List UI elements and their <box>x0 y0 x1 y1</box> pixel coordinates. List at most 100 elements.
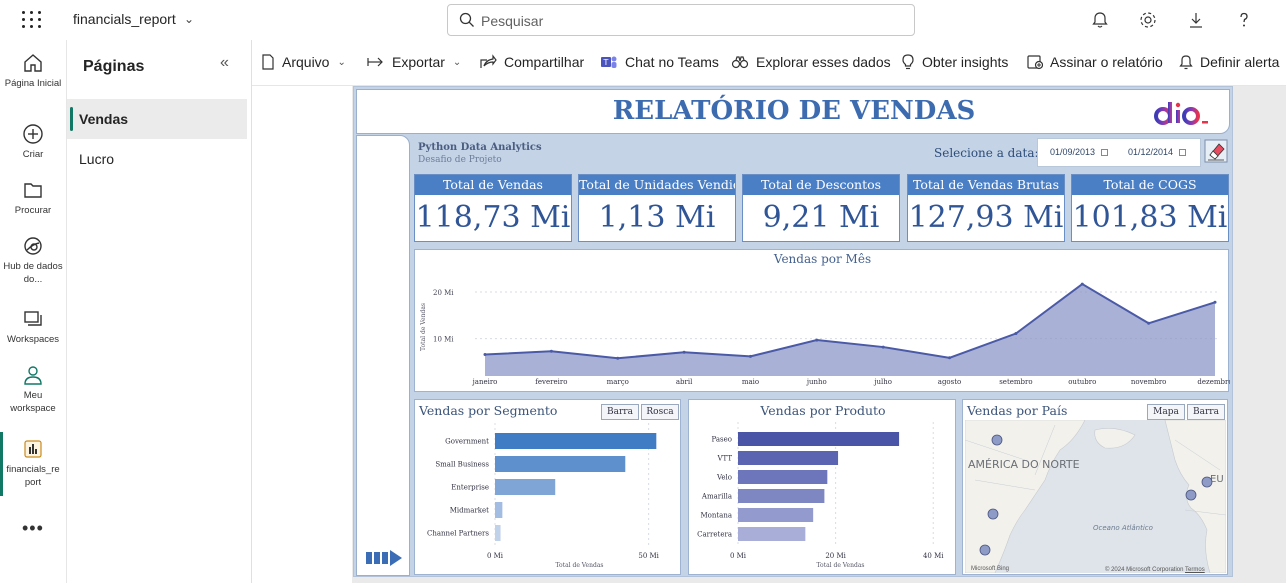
kpi-value: 127,93 Mi <box>908 200 1064 235</box>
report-subtitle-2: Desafio de Projeto <box>418 155 502 165</box>
chevron-down-icon[interactable]: ⌄ <box>184 12 194 26</box>
date-filter-label: Selecione a data: <box>934 146 1039 160</box>
kpi-label: Total de Unidades Vendidas <box>579 175 735 195</box>
kpi-label: Total de Vendas Brutas <box>908 175 1064 195</box>
page-tab-vendas[interactable]: Vendas <box>67 99 247 139</box>
teams-chat-button[interactable]: T Chat no Teams <box>600 54 719 70</box>
set-alert-button[interactable]: Definir alerta <box>1179 54 1279 70</box>
data-point <box>748 354 752 358</box>
terms-link[interactable]: Termos <box>1185 567 1205 573</box>
donut-toggle-button[interactable]: Rosca <box>641 404 679 420</box>
search-box[interactable] <box>447 4 915 36</box>
share-icon <box>480 54 497 68</box>
sales-by-product-chart: 0 Mi 20 Mi 40 Mi Paseo VTT Velo Amarilla Montan… <box>697 422 944 569</box>
kpi-value: 1,13 Mi <box>598 200 716 235</box>
map-bubble[interactable] <box>979 544 991 556</box>
rail-my-workspace[interactable]: Meu workspace <box>0 364 66 415</box>
x-axis-label: Total de Vendas <box>556 562 604 569</box>
eraser-icon[interactable] <box>1204 139 1228 163</box>
kpi-value: 118,73 Mi <box>415 200 571 235</box>
report-page: RELATÓRIO DE VENDAS Python Data Analytic… <box>353 86 1233 577</box>
collapse-pane-icon[interactable]: « <box>220 54 229 72</box>
rail-home[interactable]: Página Inicial <box>0 52 66 90</box>
map-label-ocean: Oceano Atlântico <box>1093 524 1153 532</box>
date-end-field[interactable]: 01/12/2014 <box>1128 147 1187 161</box>
bar <box>495 525 501 541</box>
subscribe-icon <box>1027 55 1043 70</box>
x-tick-label: 0 Mi <box>487 552 504 560</box>
teams-chat-label: Chat no Teams <box>625 54 719 70</box>
data-point <box>682 350 686 354</box>
x-tick-label: setembro <box>999 378 1032 386</box>
x-tick-label: 40 Mi <box>923 552 944 560</box>
date-start-field[interactable]: 01/09/2013 <box>1050 147 1109 161</box>
category-label: Amarilla <box>701 493 732 501</box>
rail-workspaces[interactable]: Workspaces <box>0 308 66 346</box>
x-tick-label: 20 Mi <box>825 552 846 560</box>
canvas-margin <box>252 86 352 583</box>
kpi-label: Total de Descontos <box>743 175 899 195</box>
map-bubble[interactable] <box>1201 476 1213 488</box>
date-end-value: 01/12/2014 <box>1128 147 1174 157</box>
rail-browse[interactable]: Procurar <box>0 179 66 217</box>
category-label: Government <box>445 438 489 446</box>
sales-by-segment-chart: 0 Mi 50 Mi Government Small Business Enterpr… <box>427 423 660 569</box>
map-label-na: AMÉRICA DO NORTE <box>968 458 1080 471</box>
rail-financials-report[interactable]: financials_re port <box>0 438 66 489</box>
plus-circle-icon <box>23 124 43 144</box>
next-page-arrow-icon[interactable] <box>366 549 406 567</box>
file-menu-button[interactable]: Arquivo ⌄ <box>261 54 346 70</box>
report-title-menu[interactable]: financials_report <box>73 11 176 27</box>
kpi-card-total-vendas: Total de Vendas 118,73 Mi <box>414 174 572 242</box>
search-input[interactable] <box>481 11 881 31</box>
more-icon[interactable]: ••• <box>22 518 44 539</box>
sales-by-segment-card: 0 Mi 50 Mi Government Small Business Enterpr… <box>414 399 681 575</box>
x-tick-label: julho <box>873 378 892 386</box>
bell-icon[interactable] <box>1090 10 1110 30</box>
top-bar: financials_report ⌄ <box>0 0 1286 40</box>
subscribe-report-button[interactable]: Assinar o relatório <box>1027 54 1163 70</box>
data-point <box>616 356 620 360</box>
file-icon <box>262 54 274 70</box>
country-map[interactable]: AMÉRICA DO NORTE EU Oceano Atlântico Mic… <box>965 420 1226 573</box>
rail-label: Workspaces <box>6 334 60 345</box>
x-tick-label: março <box>607 378 629 386</box>
gear-icon[interactable] <box>1138 10 1158 30</box>
bar <box>738 451 839 465</box>
date-start-value: 01/09/2013 <box>1050 147 1096 157</box>
data-point <box>815 338 819 342</box>
x-tick-label: 0 Mi <box>730 552 747 560</box>
category-label: Velo <box>716 474 732 482</box>
kpi-card-descontos: Total de Descontos 9,21 Mi <box>742 174 900 242</box>
app-launcher-icon[interactable] <box>22 11 42 29</box>
explore-data-button[interactable]: Explorar esses dados <box>731 54 891 70</box>
x-tick-label: outubro <box>1068 378 1096 386</box>
folder-icon <box>24 183 42 198</box>
download-icon[interactable] <box>1186 10 1206 30</box>
sales-by-month-chart: 10 Mi 20 Mi janeiro fevereiro março abril maio… <box>420 282 1230 386</box>
bar-toggle-button[interactable]: Barra <box>1187 404 1225 420</box>
share-label: Compartilhar <box>504 54 585 70</box>
map-toggle-button[interactable]: Mapa <box>1147 404 1185 420</box>
chevron-down-icon: ⌄ <box>337 56 346 68</box>
get-insights-button[interactable]: Obter insights <box>901 54 1008 70</box>
data-point <box>1080 282 1084 286</box>
search-icon <box>459 12 474 27</box>
category-label: Paseo <box>711 436 732 444</box>
bar <box>738 527 806 541</box>
map-bubble[interactable] <box>987 508 999 520</box>
x-tick-label: fevereiro <box>535 378 567 386</box>
rail-label: Hub de dados do... <box>3 261 63 285</box>
bar-toggle-button[interactable]: Barra <box>601 404 639 420</box>
map-bubble[interactable] <box>991 434 1003 446</box>
rail-data-hub[interactable]: Hub de dados do... <box>0 235 66 286</box>
share-button[interactable]: Compartilhar <box>479 54 584 70</box>
binoculars-icon <box>731 56 749 69</box>
page-tab-lucro[interactable]: Lucro <box>67 139 247 179</box>
map-bubble[interactable] <box>1185 489 1197 501</box>
workspaces-icon <box>24 311 42 326</box>
report-subtitle: Python Data Analytics <box>418 142 542 153</box>
export-menu-button[interactable]: Exportar ⌄ <box>367 54 461 70</box>
rail-create[interactable]: Criar <box>0 123 66 161</box>
help-icon[interactable] <box>1234 10 1254 30</box>
